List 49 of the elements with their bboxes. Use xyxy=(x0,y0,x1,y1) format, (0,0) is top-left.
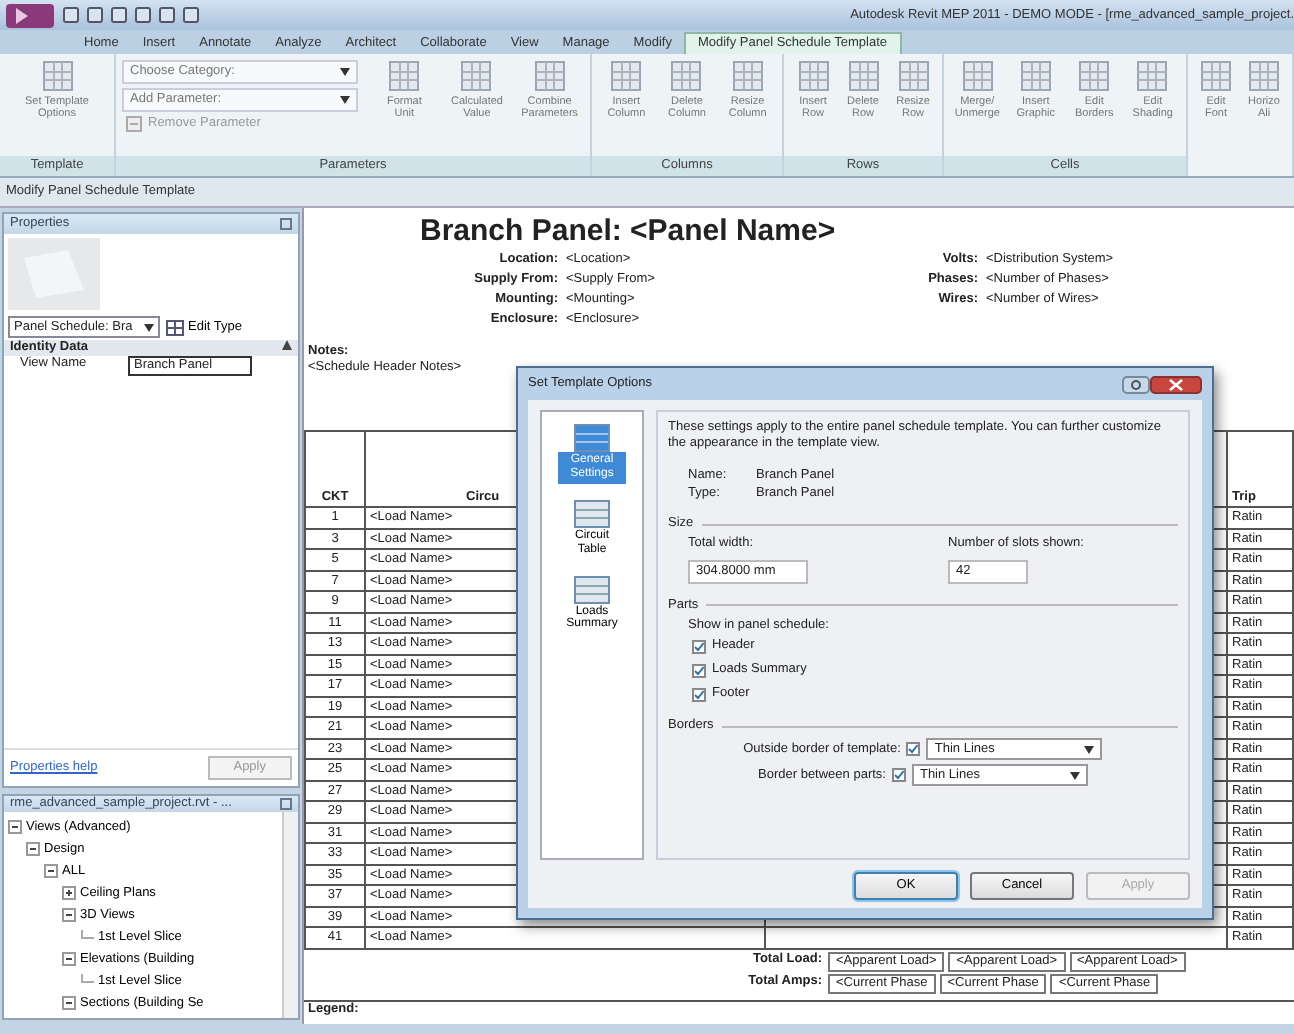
grid-icon xyxy=(1078,60,1111,92)
checkbox[interactable] xyxy=(692,639,706,654)
grid-icon xyxy=(670,60,703,92)
collapse-icon[interactable] xyxy=(62,952,76,966)
table-icon xyxy=(166,319,184,335)
close-icon[interactable] xyxy=(1150,375,1202,393)
app-menu-icon[interactable] xyxy=(4,1,56,29)
grid-icon xyxy=(533,60,566,92)
checkbox[interactable] xyxy=(692,663,706,678)
collapse-icon[interactable] xyxy=(62,908,76,922)
preview-thumbnail xyxy=(8,238,100,310)
grid-icon xyxy=(1019,60,1052,92)
scrollbar[interactable] xyxy=(282,812,298,1018)
checkbox[interactable] xyxy=(891,768,906,783)
checkbox[interactable] xyxy=(906,742,921,757)
collapse-icon[interactable] xyxy=(44,864,58,878)
expand-icon[interactable] xyxy=(62,886,76,900)
caret-icon xyxy=(1084,745,1095,754)
grid-icon xyxy=(41,60,73,92)
grid-icon xyxy=(1136,60,1169,92)
grid-icon xyxy=(388,60,421,92)
caret-icon xyxy=(144,323,154,331)
tree-line xyxy=(80,930,94,944)
caret-icon xyxy=(1069,771,1080,780)
caret-icon xyxy=(340,68,350,76)
layout-icon xyxy=(574,575,610,604)
close-icon[interactable] xyxy=(280,218,292,230)
layout-icon xyxy=(574,499,610,528)
remove-icon xyxy=(126,116,142,132)
grid-icon xyxy=(1200,60,1232,92)
tree-line xyxy=(80,974,94,988)
grid-icon xyxy=(797,60,829,92)
collapse-icon[interactable] xyxy=(282,340,292,350)
collapse-icon[interactable] xyxy=(8,820,22,834)
grid-icon xyxy=(897,60,929,92)
help-icon[interactable] xyxy=(1122,375,1150,393)
collapse-icon[interactable] xyxy=(26,842,40,856)
close-icon[interactable] xyxy=(280,798,292,810)
checkbox[interactable] xyxy=(692,687,706,702)
caret-icon xyxy=(340,96,350,104)
grid-icon xyxy=(731,60,764,92)
grid-icon xyxy=(610,60,643,92)
grid-icon xyxy=(1248,60,1280,92)
collapse-icon[interactable] xyxy=(62,996,76,1010)
layout-icon xyxy=(574,424,610,452)
grid-icon xyxy=(847,60,879,92)
grid-icon xyxy=(460,60,493,92)
grid-icon xyxy=(961,60,994,92)
schedule-title: Branch Panel: <Panel Name> xyxy=(418,214,838,250)
